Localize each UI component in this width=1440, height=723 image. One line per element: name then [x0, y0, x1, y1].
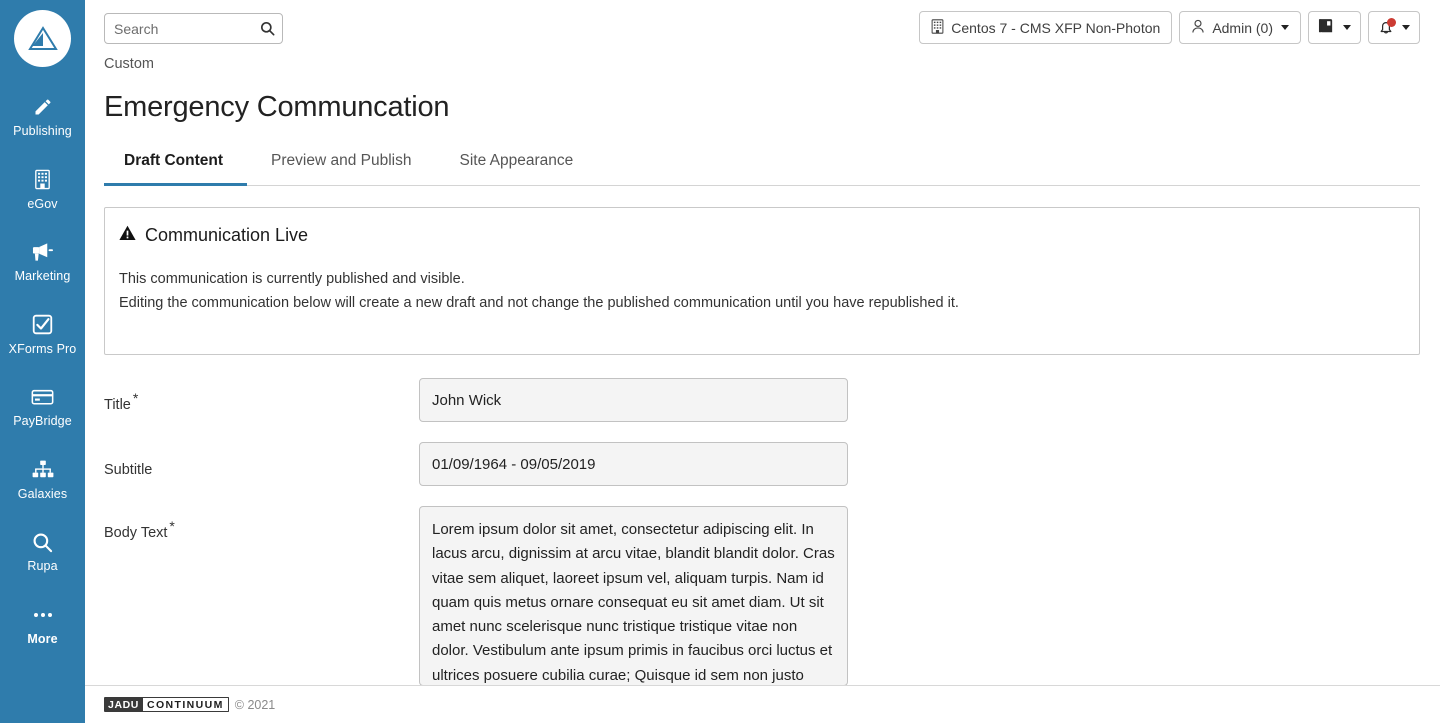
jadu-triangle-logo[interactable]: [14, 10, 71, 67]
required-indicator: *: [169, 518, 175, 534]
sidebar-item-xforms-pro[interactable]: XForms Pro: [0, 305, 85, 365]
form-row-subtitle: Subtitle: [104, 442, 1420, 486]
sidebar-item-label: Marketing: [14, 269, 71, 283]
sidebar-item-publishing[interactable]: Publishing: [0, 87, 85, 147]
search-container: [104, 13, 283, 44]
sidebar-item-label: Galaxies: [17, 486, 68, 501]
communication-live-alert: Communication Live This communication is…: [104, 207, 1420, 355]
jadu-continuum-logo: JADU CONTINUUM: [104, 697, 229, 712]
chevron-down-icon: [1402, 25, 1410, 30]
page-title: Emergency Communcation: [104, 91, 450, 123]
ellipsis-icon: [33, 604, 52, 626]
tab-preview-and-publish[interactable]: Preview and Publish: [247, 152, 435, 186]
top-bar-actions: Centos 7 - CMS XFP Non-Photon Admin (0): [919, 11, 1420, 44]
sidebar-item-label: Rupa: [27, 559, 58, 573]
body-text-textarea[interactable]: [419, 506, 848, 686]
alert-line-2: Editing the communication below will cre…: [119, 295, 959, 311]
draft-content-form: Title* Subtitle Body Text*: [104, 378, 1420, 686]
breadcrumb[interactable]: Custom: [104, 56, 1420, 72]
body-text-field-label: Body Text *: [104, 506, 419, 541]
notifications-button[interactable]: [1368, 11, 1420, 44]
account-menu-button[interactable]: Admin (0): [1179, 11, 1301, 44]
search-icon: [32, 531, 53, 553]
tab-bar: Draft Content Preview and Publish Site A…: [104, 152, 1420, 186]
form-row-title: Title *: [104, 378, 1420, 422]
app-root: Publishing eGov Marketing XForms Pro Pay…: [0, 0, 1440, 723]
sitemap-icon: [32, 459, 54, 481]
copyright-text: © 2021: [234, 697, 276, 712]
footer: JADU CONTINUUM © 2021: [85, 685, 1440, 723]
megaphone-icon: [31, 241, 54, 263]
sidebar-item-label: Publishing: [13, 124, 72, 138]
sidebar-item-label: PayBridge: [13, 414, 72, 428]
required-indicator: *: [132, 390, 139, 406]
chevron-down-icon: [1281, 25, 1289, 30]
sidebar-item-label: eGov: [27, 196, 58, 211]
user-icon: [1191, 19, 1205, 37]
alert-heading: Communication Live: [145, 225, 309, 245]
top-bar: Centos 7 - CMS XFP Non-Photon Admin (0): [85, 0, 1440, 57]
library-menu-button[interactable]: [1308, 11, 1361, 44]
notification-dot: [1387, 18, 1396, 27]
sidebar-item-label: XForms Pro: [8, 341, 77, 356]
sidebar-item-paybridge[interactable]: PayBridge: [0, 377, 85, 437]
logo-continuum-text: CONTINUUM: [143, 697, 229, 712]
credit-card-icon: [31, 386, 54, 408]
search-submit-button[interactable]: [256, 17, 279, 40]
sidebar-item-rupa[interactable]: Rupa: [0, 522, 85, 582]
tab-draft-content[interactable]: Draft Content: [104, 152, 248, 186]
subtitle-input[interactable]: [419, 442, 848, 486]
sidebar-item-marketing[interactable]: Marketing: [0, 232, 85, 292]
label-text: Title: [104, 396, 131, 413]
content-area: Custom Emergency Communcation Draft Cont…: [85, 56, 1440, 686]
book-icon: [1318, 18, 1335, 37]
bell-icon: [1378, 18, 1396, 36]
account-label: Admin (0): [1212, 19, 1273, 36]
primary-sidebar: Publishing eGov Marketing XForms Pro Pay…: [0, 0, 85, 723]
tab-site-appearance[interactable]: Site Appearance: [435, 152, 597, 186]
logo-jadu-text: JADU: [104, 697, 143, 712]
alert-heading-row: Communication Live: [119, 225, 1405, 246]
alert-line-1: This communication is currently publishe…: [119, 271, 465, 287]
sidebar-item-more[interactable]: More: [0, 595, 85, 655]
site-selector-label: Centos 7 - CMS XFP Non-Photon: [951, 19, 1161, 36]
label-text: Subtitle: [104, 461, 153, 478]
checkbox-checked-icon: [32, 314, 53, 336]
sidebar-item-label: More: [27, 631, 58, 646]
pencil-icon: [33, 96, 53, 118]
sidebar-item-egov[interactable]: eGov: [0, 160, 85, 220]
site-selector-button[interactable]: Centos 7 - CMS XFP Non-Photon: [919, 11, 1173, 44]
subtitle-field-label: Subtitle: [104, 442, 419, 478]
main-area: Centos 7 - CMS XFP Non-Photon Admin (0): [85, 0, 1440, 723]
sidebar-item-galaxies[interactable]: Galaxies: [0, 450, 85, 510]
building-icon: [931, 18, 944, 37]
label-text: Body Text: [104, 524, 168, 541]
chevron-down-icon: [1343, 25, 1351, 30]
building-icon: [33, 169, 52, 191]
warning-triangle-icon: [119, 225, 136, 246]
title-field-label: Title *: [104, 378, 419, 413]
form-row-body-text: Body Text *: [104, 506, 1420, 686]
title-input[interactable]: [419, 378, 848, 422]
